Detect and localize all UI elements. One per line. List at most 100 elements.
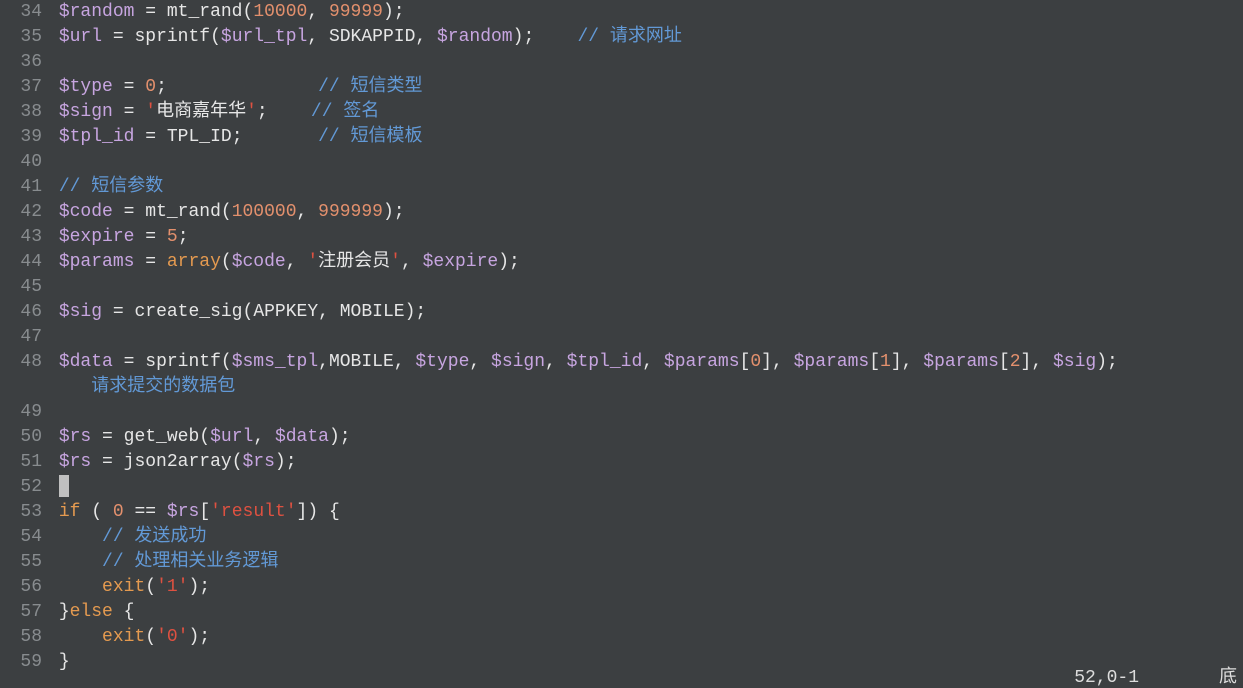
code-line[interactable]: 34 $random = mt_rand(10000, 99999);	[0, 0, 1243, 25]
token-op: ,	[772, 352, 783, 372]
line-content[interactable]: }	[46, 650, 70, 675]
token-wht	[318, 2, 329, 22]
line-number: 48	[0, 350, 46, 375]
token-op: )	[383, 202, 394, 222]
line-number	[0, 375, 46, 400]
line-number: 39	[0, 125, 46, 150]
token-op: ;	[394, 2, 405, 22]
line-content[interactable]	[46, 150, 59, 175]
line-number: 36	[0, 50, 46, 75]
line-number: 49	[0, 400, 46, 425]
token-wht	[156, 2, 167, 22]
token-op: ,	[318, 352, 329, 372]
line-content[interactable]: // 处理相关业务逻辑	[46, 550, 278, 575]
line-content[interactable]: $code = mt_rand(100000, 999999);	[46, 200, 405, 225]
token-var: $rs	[59, 452, 91, 472]
token-op: =	[124, 77, 135, 97]
token-wht	[59, 577, 102, 597]
code-line[interactable]: 53 if ( 0 == $rs['result']) {	[0, 500, 1243, 525]
line-content[interactable]	[46, 400, 59, 425]
line-content[interactable]	[46, 50, 59, 75]
code-line[interactable]: 52	[0, 475, 1243, 500]
token-op: ;	[156, 77, 167, 97]
line-content[interactable]: $params = array($code, '注册会员', $expire);	[46, 250, 520, 275]
token-op: ;	[199, 577, 210, 597]
line-number: 38	[0, 100, 46, 125]
token-op: ;	[232, 127, 243, 147]
line-content[interactable]: $sign = '电商嘉年华'; // 签名	[46, 100, 379, 125]
token-wht	[653, 352, 664, 372]
status-bar: 52,0-1 底	[1074, 666, 1237, 688]
line-content[interactable]	[46, 325, 59, 350]
code-line[interactable]: 37 $type = 0; // 短信类型	[0, 75, 1243, 100]
line-content[interactable]: $url = sprintf($url_tpl, SDKAPPID, $rand…	[46, 25, 682, 50]
code-line[interactable]: 54 // 发送成功	[0, 525, 1243, 550]
line-content[interactable]: $data = sprintf($sms_tpl,MOBILE, $type, …	[46, 350, 1118, 375]
code-line[interactable]: 51 $rs = json2array($rs);	[0, 450, 1243, 475]
line-number: 43	[0, 225, 46, 250]
token-str: '	[307, 252, 318, 272]
code-line[interactable]: 57 }else {	[0, 600, 1243, 625]
token-var: $sign	[59, 102, 113, 122]
line-content[interactable]: $type = 0; // 短信类型	[46, 75, 423, 100]
code-line[interactable]: 49	[0, 400, 1243, 425]
token-op: [	[199, 502, 210, 522]
code-line[interactable]: 请求提交的数据包	[0, 375, 1243, 400]
line-content[interactable]: // 发送成功	[46, 525, 206, 550]
line-content[interactable]: // 短信参数	[46, 175, 163, 200]
line-number: 45	[0, 275, 46, 300]
line-content[interactable]: $tpl_id = TPL_ID; // 短信模板	[46, 125, 423, 150]
code-line[interactable]: 38 $sign = '电商嘉年华'; // 签名	[0, 100, 1243, 125]
line-content[interactable]: exit('1');	[46, 575, 210, 600]
code-line[interactable]: 35 $url = sprintf($url_tpl, SDKAPPID, $r…	[0, 25, 1243, 50]
token-func: mt_rand	[145, 202, 221, 222]
token-op: =	[124, 202, 135, 222]
line-number: 40	[0, 150, 46, 175]
token-wht	[134, 202, 145, 222]
code-line[interactable]: 44 $params = array($code, '注册会员', $expir…	[0, 250, 1243, 275]
line-number: 34	[0, 0, 46, 25]
code-line[interactable]: 46 $sig = create_sig(APPKEY, MOBILE);	[0, 300, 1243, 325]
line-content[interactable]: $sig = create_sig(APPKEY, MOBILE);	[46, 300, 426, 325]
code-line[interactable]: 50 $rs = get_web($url, $data);	[0, 425, 1243, 450]
token-kw: array	[167, 252, 221, 272]
line-content[interactable]: if ( 0 == $rs['result']) {	[46, 500, 340, 525]
token-num: 10000	[253, 2, 307, 22]
code-lines[interactable]: 34 $random = mt_rand(10000, 99999);35 $u…	[0, 0, 1243, 675]
token-wht	[113, 202, 124, 222]
line-number: 52	[0, 475, 46, 500]
code-line[interactable]: 59 }	[0, 650, 1243, 675]
token-op: =	[145, 127, 156, 147]
code-line[interactable]: 56 exit('1');	[0, 575, 1243, 600]
token-wht	[426, 27, 437, 47]
line-content[interactable]: $rs = json2array($rs);	[46, 450, 297, 475]
code-line[interactable]: 58 exit('0');	[0, 625, 1243, 650]
code-line[interactable]: 45	[0, 275, 1243, 300]
code-line[interactable]: 39 $tpl_id = TPL_ID; // 短信模板	[0, 125, 1243, 150]
line-number: 55	[0, 550, 46, 575]
token-wht	[113, 427, 124, 447]
line-content[interactable]: 请求提交的数据包	[46, 375, 235, 400]
code-line[interactable]: 40	[0, 150, 1243, 175]
line-content[interactable]	[46, 475, 69, 500]
code-line[interactable]: 55 // 处理相关业务逻辑	[0, 550, 1243, 575]
line-content[interactable]: $expire = 5;	[46, 225, 189, 250]
token-op: ;	[178, 227, 189, 247]
line-content[interactable]: exit('0');	[46, 625, 210, 650]
line-content[interactable]	[46, 275, 59, 300]
code-line[interactable]: 43 $expire = 5;	[0, 225, 1243, 250]
code-line[interactable]: 47	[0, 325, 1243, 350]
token-op: (	[243, 302, 254, 322]
token-op: ,	[307, 2, 318, 22]
code-line[interactable]: 48 $data = sprintf($sms_tpl,MOBILE, $typ…	[0, 350, 1243, 375]
line-content[interactable]: $random = mt_rand(10000, 99999);	[46, 0, 405, 25]
code-editor[interactable]: 34 $random = mt_rand(10000, 99999);35 $u…	[0, 0, 1243, 688]
token-wht	[156, 227, 167, 247]
line-content[interactable]: $rs = get_web($url, $data);	[46, 425, 351, 450]
code-line[interactable]: 42 $code = mt_rand(100000, 999999);	[0, 200, 1243, 225]
line-number: 57	[0, 600, 46, 625]
line-content[interactable]: }else {	[46, 600, 134, 625]
code-line[interactable]: 41 // 短信参数	[0, 175, 1243, 200]
token-kw: exit	[102, 577, 145, 597]
code-line[interactable]: 36	[0, 50, 1243, 75]
